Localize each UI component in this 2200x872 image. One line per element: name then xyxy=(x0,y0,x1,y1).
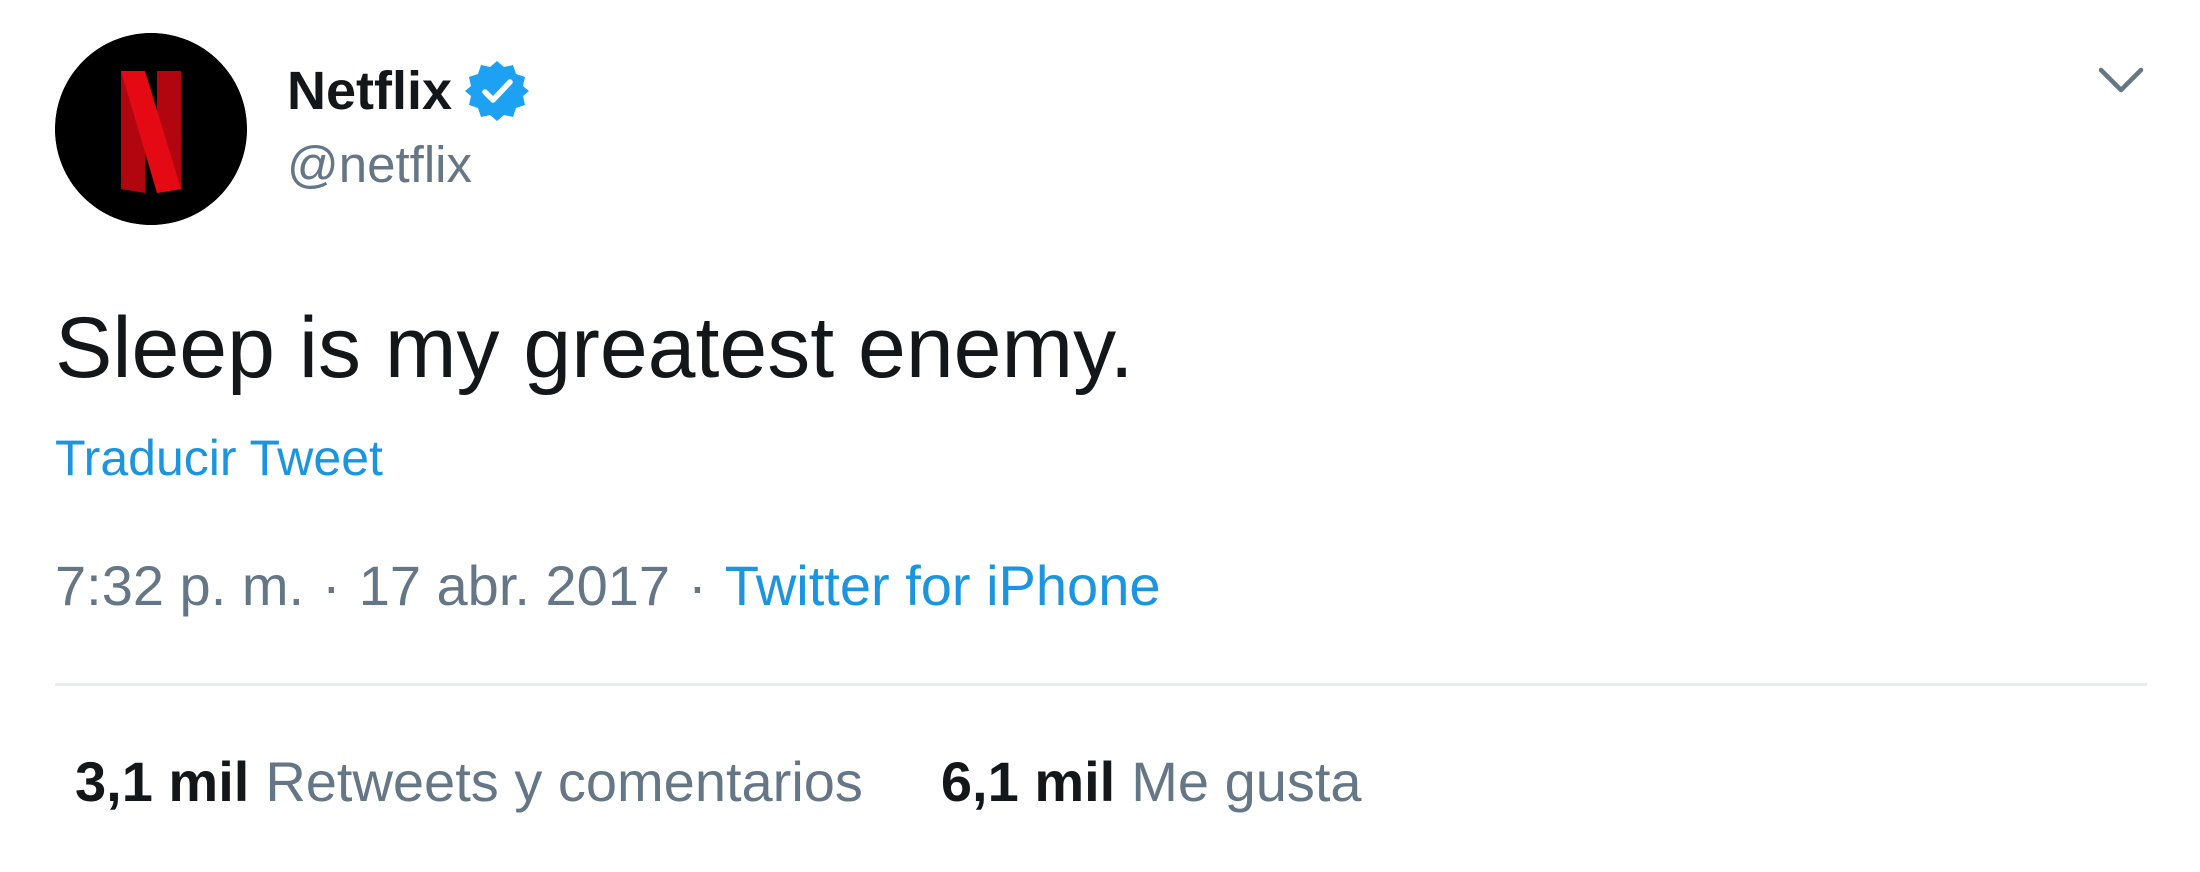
likes-label: Me gusta xyxy=(1131,750,1362,813)
author-name[interactable]: Netflix xyxy=(287,58,530,124)
meta-separator: · xyxy=(322,554,341,617)
retweets-count: 3,1 mil xyxy=(75,750,250,813)
author-display-name[interactable]: Netflix xyxy=(287,58,452,124)
meta-separator: · xyxy=(688,554,707,617)
tweet-stats: 3,1 mil Retweets y comentarios 6,1 mil M… xyxy=(75,748,1362,816)
retweets-stat[interactable]: 3,1 mil Retweets y comentarios xyxy=(75,748,863,816)
verified-badge-icon xyxy=(464,58,530,124)
avatar[interactable] xyxy=(55,33,247,225)
translate-tweet-link[interactable]: Traducir Tweet xyxy=(55,428,383,488)
tweet-card: Netflix @netflix Sleep is my greatest en… xyxy=(0,0,2200,872)
divider xyxy=(55,683,2147,686)
tweet-source-link[interactable]: Twitter for iPhone xyxy=(725,554,1161,617)
likes-count: 6,1 mil xyxy=(940,750,1116,813)
retweets-label: Retweets y comentarios xyxy=(265,750,863,813)
chevron-down-icon[interactable] xyxy=(2093,52,2149,108)
tweet-time[interactable]: 7:32 p. m. xyxy=(55,554,304,617)
netflix-logo-icon xyxy=(55,33,247,225)
tweet-date[interactable]: 17 abr. 2017 xyxy=(359,554,670,617)
tweet-text: Sleep is my greatest enemy. xyxy=(55,300,1134,396)
author-handle[interactable]: @netflix xyxy=(287,134,472,196)
tweet-meta: 7:32 p. m. · 17 abr. 2017 · Twitter for iPho… xyxy=(55,552,1160,620)
likes-stat[interactable]: 6,1 mil Me gusta xyxy=(941,748,1362,816)
